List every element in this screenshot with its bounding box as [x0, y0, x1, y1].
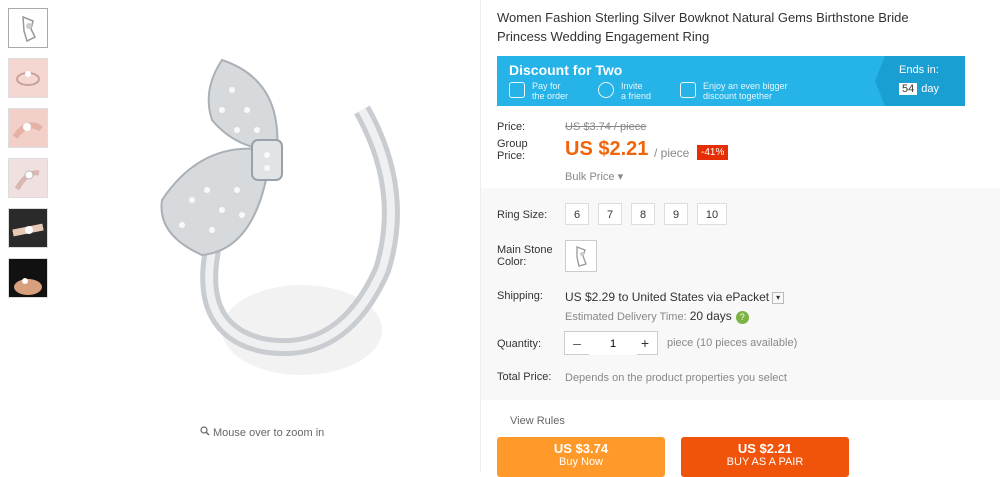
- buy-now-label: Buy Now: [558, 456, 604, 468]
- view-rules-link[interactable]: View Rules: [510, 415, 565, 427]
- main-stone-label: Main Stone Color:: [497, 244, 553, 268]
- ends-in-label: Ends in:: [899, 64, 939, 76]
- thumbnail-6[interactable]: [8, 258, 48, 298]
- thumbnail-1[interactable]: [8, 8, 48, 48]
- discount-badge: -41%: [697, 145, 729, 160]
- delivery-estimate: Estimated Delivery Time: 20 days?: [565, 309, 749, 324]
- total-price-note: Depends on the product properties you se…: [565, 372, 787, 384]
- quantity-increase-button[interactable]: +: [633, 332, 657, 354]
- magnifier-icon: [200, 426, 210, 439]
- size-option-10[interactable]: 10: [697, 203, 727, 225]
- product-title: Women Fashion Sterling Silver Bowknot Na…: [497, 10, 909, 44]
- thumbnail-4[interactable]: [8, 158, 48, 198]
- shipping-label: Shipping:: [497, 290, 543, 302]
- tag-icon: [509, 82, 525, 98]
- buy-now-button[interactable]: US $3.74 Buy Now: [497, 437, 665, 477]
- original-price: US $3.74 / piece: [565, 121, 647, 133]
- zoom-hint-text: Mouse over to zoom in: [213, 427, 325, 439]
- pair-label: BUY AS A PAIR: [726, 456, 804, 468]
- size-option-6[interactable]: 6: [565, 203, 589, 225]
- people-icon: [598, 82, 614, 98]
- stone-color-option[interactable]: [565, 240, 597, 272]
- shipping-info: US $2.29 to United States via ePacket ▾: [565, 290, 785, 304]
- delivery-value: 20 days: [689, 309, 732, 323]
- buy-as-pair-button[interactable]: US $2.21 BUY AS A PAIR: [681, 437, 849, 477]
- ring-size-label: Ring Size:: [497, 209, 548, 221]
- shipping-text: US $2.29 to United States via ePacket: [565, 290, 770, 304]
- quantity-input[interactable]: [589, 333, 637, 355]
- group-price: US $2.21: [565, 138, 649, 160]
- days-remaining: 54 day: [899, 83, 939, 95]
- days-value: 54: [899, 83, 918, 95]
- per-piece-label: / piece: [654, 146, 690, 160]
- thumbnail-list: [8, 8, 50, 308]
- buy-now-price: US $3.74: [553, 441, 609, 456]
- group-price-label: Group Price:: [497, 138, 528, 162]
- quantity-decrease-button[interactable]: –: [565, 332, 589, 354]
- bulk-price-toggle[interactable]: Bulk Price ▾: [565, 170, 623, 183]
- thumbnail-3[interactable]: [8, 108, 48, 148]
- delivery-label: Estimated Delivery Time:: [565, 311, 687, 323]
- size-option-7[interactable]: 7: [598, 203, 622, 225]
- product-main-image[interactable]: [62, 0, 474, 420]
- size-option-9[interactable]: 9: [664, 203, 688, 225]
- quantity-label: Quantity:: [497, 338, 542, 350]
- zoom-hint: Mouse over to zoom in: [200, 426, 324, 439]
- shipping-dropdown-icon[interactable]: ▾: [772, 291, 785, 304]
- pair-price: US $2.21: [737, 441, 793, 456]
- help-icon[interactable]: ?: [735, 310, 749, 324]
- countdown: Ends in: 54 day: [885, 56, 965, 106]
- quantity-stepper: – +: [564, 331, 658, 355]
- thumbnail-5[interactable]: [8, 208, 48, 248]
- banner-notch: [875, 56, 885, 106]
- total-price-label: Total Price:: [497, 371, 552, 383]
- discount-for-two-banner: Discount for Two Pay for the order Invite…: [497, 56, 965, 106]
- thumbnail-2[interactable]: [8, 58, 48, 98]
- quantity-available: piece (10 pieces available): [667, 337, 798, 349]
- price-label: Price:: [497, 121, 526, 133]
- discount-icon: [680, 82, 696, 98]
- promo-title: Discount for Two: [509, 62, 623, 78]
- size-option-8[interactable]: 8: [631, 203, 655, 225]
- days-label: day: [921, 83, 939, 95]
